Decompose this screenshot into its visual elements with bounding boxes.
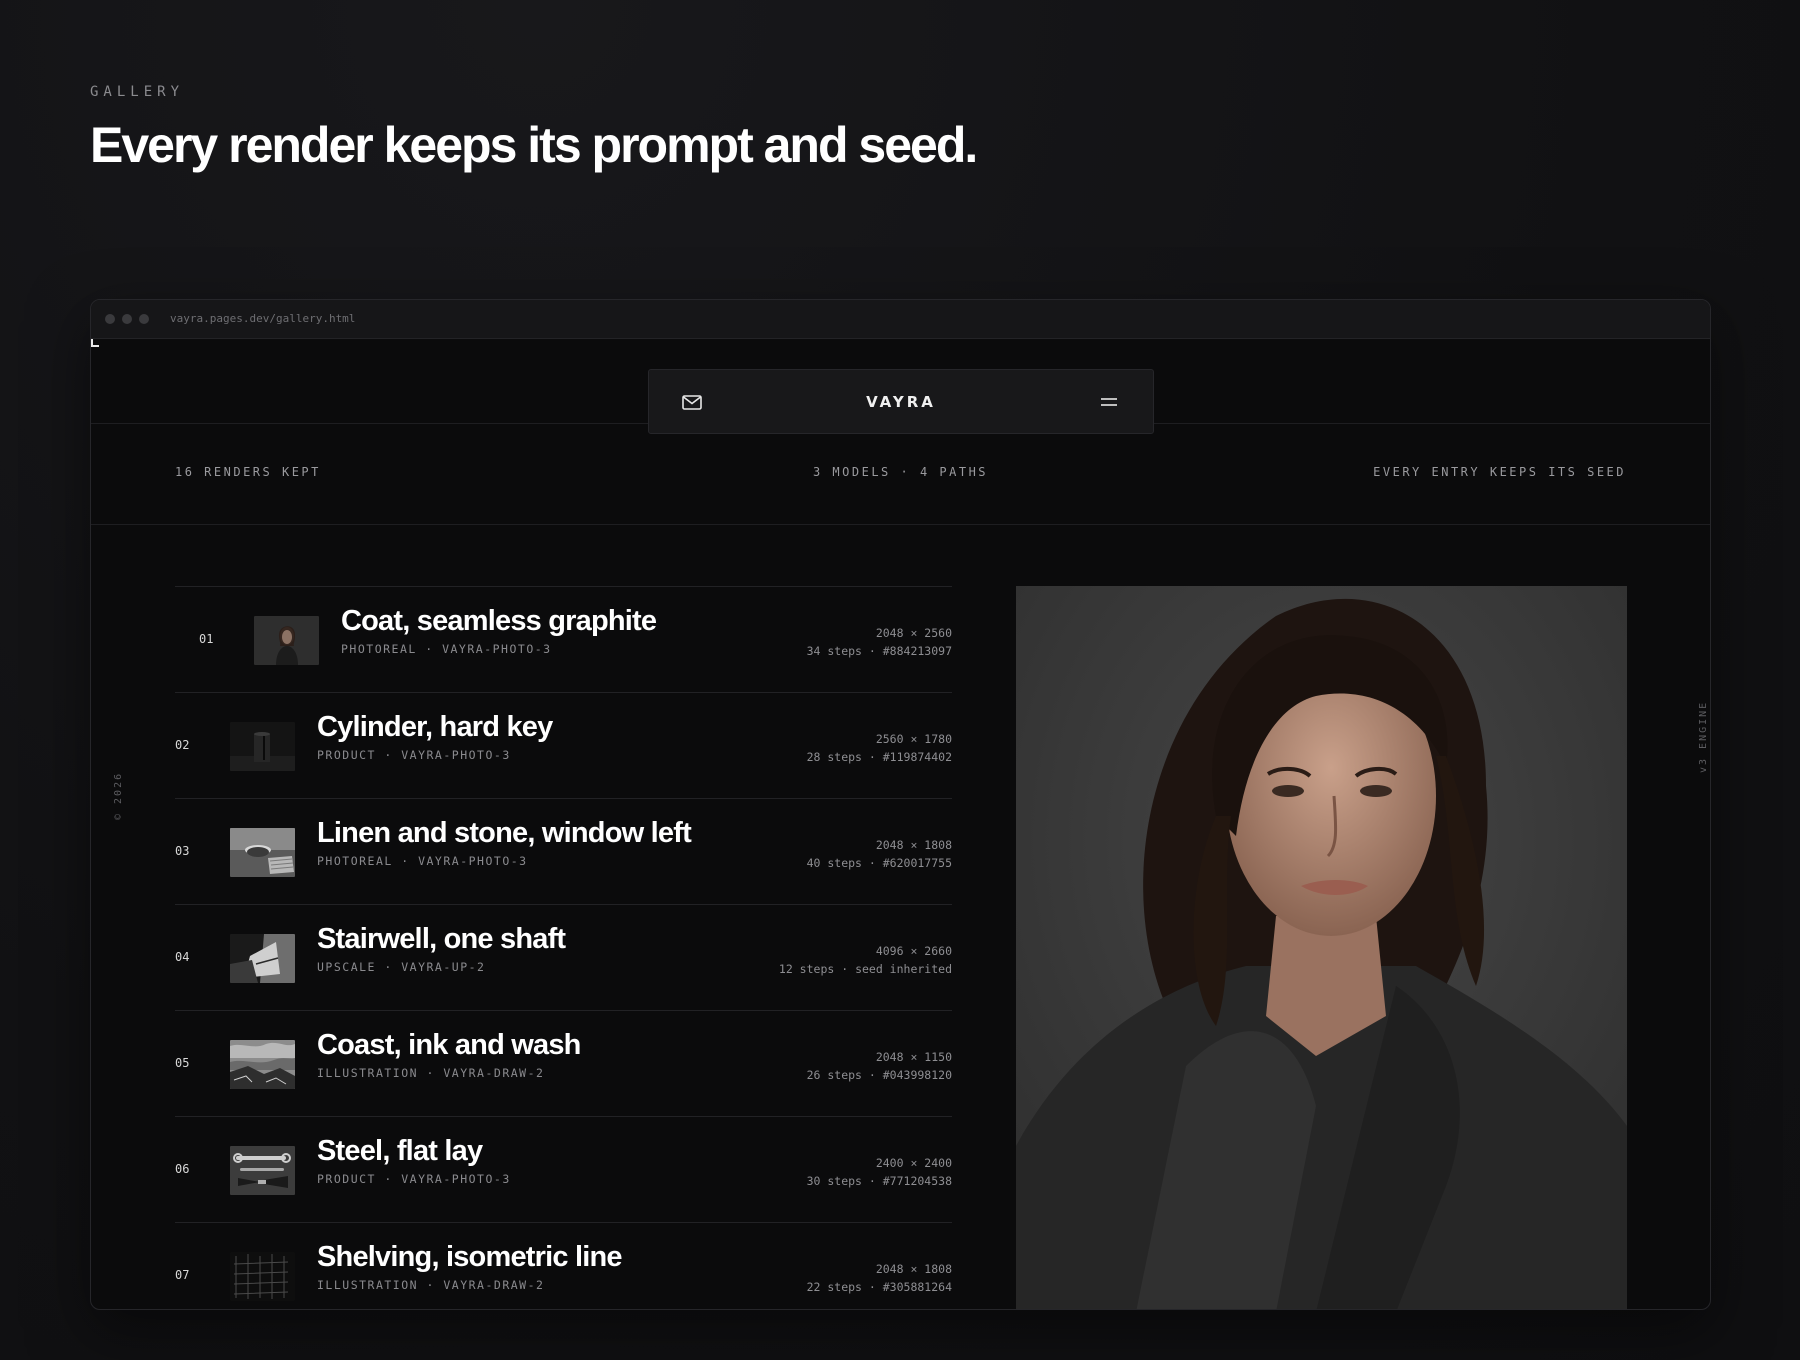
- address-bar[interactable]: vayra.pages.dev/gallery.html: [170, 312, 355, 325]
- list-item[interactable]: 01 Coat, seamless graphite PHOTOREAL · V…: [175, 586, 952, 692]
- thumbnail-cylinder: [230, 722, 295, 771]
- item-seed: 34 steps · #884213097: [806, 644, 952, 658]
- item-dimensions: 2048 × 1808: [875, 838, 952, 852]
- list-item[interactable]: 03 Linen and stone, window left PHOTOREA…: [175, 798, 952, 904]
- item-meta: 2400 × 2400 30 steps · #771204538: [807, 1154, 952, 1190]
- list-item[interactable]: 04 Stairwell, one shaft UPSCALE · VAYRA-…: [175, 904, 952, 1010]
- item-category: UPSCALE · VAYRA-UP-2: [317, 960, 486, 974]
- item-number: 03: [175, 844, 190, 858]
- item-dimensions: 2560 × 1780: [875, 732, 952, 746]
- item-category: PHOTOREAL · VAYRA-PHOTO-3: [341, 642, 552, 656]
- list-item[interactable]: 07 Shelving, isometric line ILLUSTRATION…: [175, 1222, 952, 1309]
- item-info: Coast, ink and wash ILLUSTRATION · VAYRA…: [317, 1029, 581, 1080]
- item-info: Steel, flat lay PRODUCT · VAYRA-PHOTO-3: [317, 1135, 511, 1186]
- item-dimensions: 4096 × 2660: [875, 944, 952, 958]
- list-item[interactable]: 05 Coast, ink and wash ILLUSTRATION · VA…: [175, 1010, 952, 1116]
- item-number: 06: [175, 1162, 190, 1176]
- render-list: 01 Coat, seamless graphite PHOTOREAL · V…: [175, 586, 952, 1309]
- item-title: Linen and stone, window left: [317, 817, 692, 849]
- section-eyebrow: GALLERY: [90, 84, 185, 100]
- item-info: Stairwell, one shaft UPSCALE · VAYRA-UP-…: [317, 923, 566, 974]
- item-title: Coat, seamless graphite: [341, 605, 657, 637]
- item-dimensions: 2048 × 2560: [875, 626, 952, 640]
- item-info: Cylinder, hard key PRODUCT · VAYRA-PHOTO…: [317, 711, 553, 762]
- item-title: Cylinder, hard key: [317, 711, 553, 743]
- preview-image-portrait: [1016, 586, 1627, 1309]
- seed-note: EVERY ENTRY KEEPS ITS SEED: [1373, 465, 1626, 479]
- engine-label: v3 ENGINE: [1698, 700, 1709, 773]
- item-number: 01: [199, 632, 214, 646]
- thumbnail-coast: [230, 1040, 295, 1089]
- corner-marker: [91, 339, 99, 347]
- item-title: Shelving, isometric line: [317, 1241, 623, 1273]
- brand-logo[interactable]: VAYRA: [649, 393, 1153, 411]
- thumbnail-portrait: [254, 616, 319, 665]
- menu-icon[interactable]: [1100, 396, 1118, 408]
- item-category: ILLUSTRATION · VAYRA-DRAW-2: [317, 1066, 545, 1080]
- site-navbar: VAYRA: [648, 369, 1154, 434]
- item-meta: 2048 × 2560 34 steps · #884213097: [807, 624, 952, 660]
- item-seed: 30 steps · #771204538: [806, 1174, 952, 1188]
- stats-bar: 16 RENDERS KEPT 3 MODELS · 4 PATHS EVERY…: [91, 465, 1710, 485]
- item-info: Linen and stone, window left PHOTOREAL ·…: [317, 817, 692, 868]
- item-info: Shelving, isometric line ILLUSTRATION · …: [317, 1241, 623, 1292]
- item-number: 07: [175, 1268, 190, 1282]
- item-seed: 26 steps · #043998120: [806, 1068, 952, 1082]
- item-title: Steel, flat lay: [317, 1135, 483, 1167]
- thumbnail-linen-stone: [230, 828, 295, 877]
- item-number: 02: [175, 738, 190, 752]
- browser-window: vayra.pages.dev/gallery.html VAYRA 16 RE…: [90, 299, 1711, 1310]
- item-category: PRODUCT · VAYRA-PHOTO-3: [317, 748, 511, 762]
- thumbnail-shelving: [230, 1252, 295, 1301]
- item-number: 04: [175, 950, 190, 964]
- window-close-dot[interactable]: [105, 314, 115, 324]
- item-category: PHOTOREAL · VAYRA-PHOTO-3: [317, 854, 528, 868]
- item-dimensions: 2048 × 1150: [875, 1050, 952, 1064]
- item-info: Coat, seamless graphite PHOTOREAL · VAYR…: [341, 605, 657, 656]
- thumbnail-tools: [230, 1146, 295, 1195]
- item-meta: 2560 × 1780 28 steps · #119874402: [807, 730, 952, 766]
- thumbnail-stairwell: [230, 934, 295, 983]
- item-category: ILLUSTRATION · VAYRA-DRAW-2: [317, 1278, 545, 1292]
- item-title: Coast, ink and wash: [317, 1029, 581, 1061]
- item-seed: 28 steps · #119874402: [806, 750, 952, 764]
- item-meta: 2048 × 1150 26 steps · #043998120: [807, 1048, 952, 1084]
- item-number: 05: [175, 1056, 190, 1070]
- item-category: PRODUCT · VAYRA-PHOTO-3: [317, 1172, 511, 1186]
- item-seed: 40 steps · #620017755: [806, 856, 952, 870]
- stats-divider: [91, 524, 1710, 525]
- item-seed: 22 steps · #305881264: [806, 1280, 952, 1294]
- window-maximize-dot[interactable]: [139, 314, 149, 324]
- item-meta: 2048 × 1808 40 steps · #620017755: [807, 836, 952, 872]
- copyright-label: © 2026: [113, 771, 124, 820]
- gallery-page: GALLERY Every render keeps its prompt an…: [0, 0, 1800, 1360]
- item-dimensions: 2400 × 2400: [875, 1156, 952, 1170]
- item-meta: 2048 × 1808 22 steps · #305881264: [807, 1260, 952, 1296]
- item-meta: 4096 × 2660 12 steps · seed inherited: [779, 942, 952, 978]
- item-seed: 12 steps · seed inherited: [778, 962, 952, 976]
- item-title: Stairwell, one shaft: [317, 923, 566, 955]
- section-headline: Every render keeps its prompt and seed.: [90, 117, 978, 173]
- list-item[interactable]: 02 Cylinder, hard key PRODUCT · VAYRA-PH…: [175, 692, 952, 798]
- window-minimize-dot[interactable]: [122, 314, 132, 324]
- browser-chrome: vayra.pages.dev/gallery.html: [91, 300, 1710, 339]
- list-item[interactable]: 06 Steel, flat lay PRODUCT · VAYRA-PHOTO…: [175, 1116, 952, 1222]
- item-dimensions: 2048 × 1808: [875, 1262, 952, 1276]
